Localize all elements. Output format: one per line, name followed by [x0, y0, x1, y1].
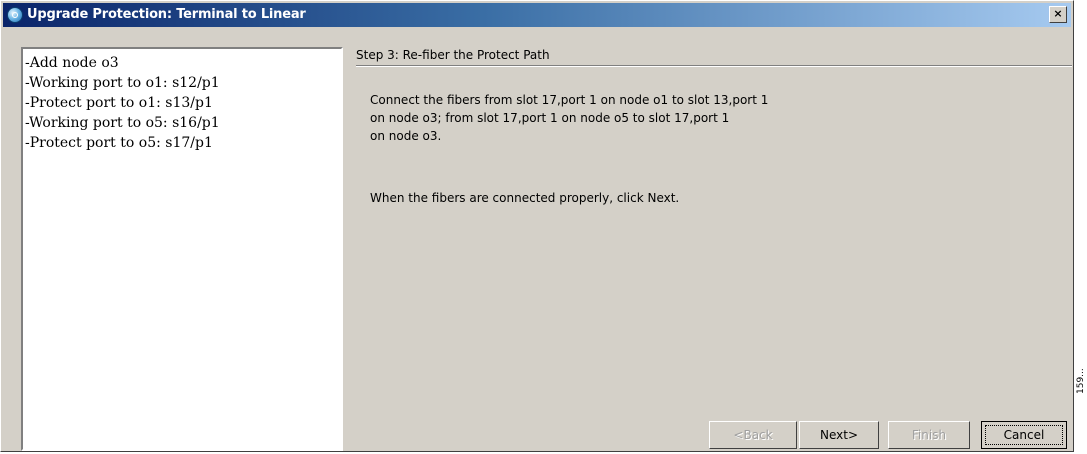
instructions-text: Connect the fibers from slot 17,port 1 o… [370, 91, 768, 145]
app-globe-icon [7, 7, 23, 23]
step-divider [356, 65, 1072, 67]
summary-line: -Protect port to o1: s13/p1 [25, 95, 213, 111]
back-button[interactable]: <Back [709, 421, 797, 449]
summary-line: -Working port to o1: s12/p1 [25, 75, 220, 91]
next-button[interactable]: Next> [799, 421, 879, 449]
window-title: Upgrade Protection: Terminal to Linear [27, 7, 306, 22]
figure-id-mark: 159... [1076, 368, 1086, 394]
finish-button[interactable]: Finish [888, 421, 970, 449]
cancel-button-label: Cancel [985, 425, 1063, 445]
summary-line: -Protect port to o5: s17/p1 [25, 135, 213, 151]
step-title: Step 3: Re-fiber the Protect Path [356, 48, 550, 62]
instruction-line: on node o3. [370, 129, 442, 143]
cancel-button[interactable]: Cancel [981, 421, 1067, 449]
summary-line: -Add node o3 [25, 55, 119, 71]
summary-line: -Working port to o5: s16/p1 [25, 115, 220, 131]
close-button[interactable]: × [1049, 6, 1067, 23]
instruction-line: Connect the fibers from slot 17,port 1 o… [370, 93, 769, 107]
title-bar[interactable]: Upgrade Protection: Terminal to Linear × [3, 3, 1071, 27]
wizard-window: Upgrade Protection: Terminal to Linear ×… [0, 0, 1074, 452]
summary-panel: -Add node o3 -Working port to o1: s12/p1… [21, 47, 343, 451]
next-hint: When the fibers are connected properly, … [370, 191, 680, 205]
instruction-line: on node o3; from slot 17,port 1 on node … [370, 111, 730, 125]
